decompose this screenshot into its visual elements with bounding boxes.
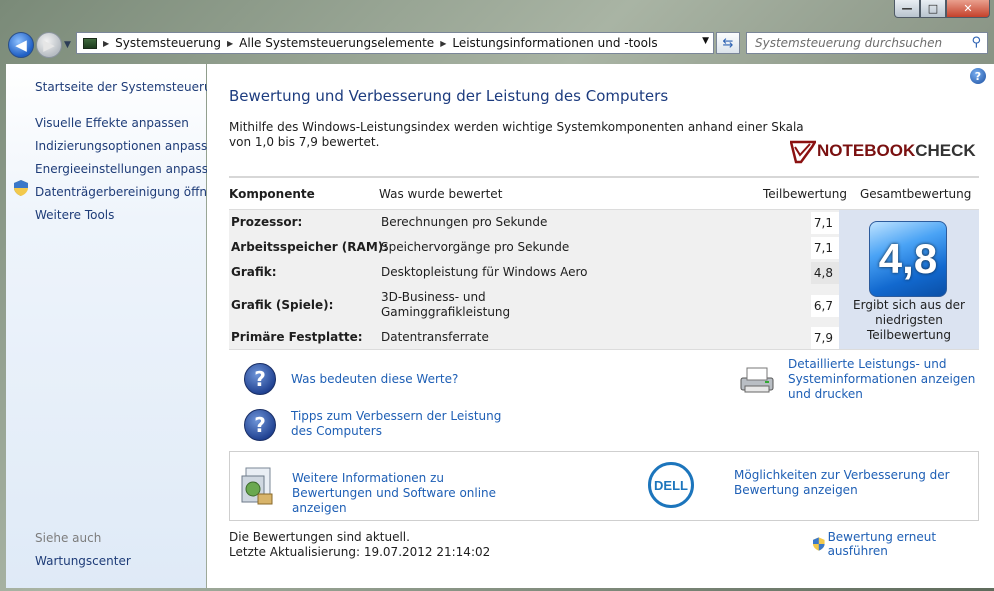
rated-label: 3D-Business- und Gaminggrafikleistung <box>381 290 511 319</box>
status-last-update: Letzte Aktualisierung: 19.07.2012 21:14:… <box>229 545 491 559</box>
sidebar-item-more-tools[interactable]: Weitere Tools <box>35 208 114 222</box>
improve-options-link[interactable]: Möglichkeiten zur Verbesserung der Bewer… <box>734 468 954 498</box>
breadcrumb-systemsteuerung[interactable]: Systemsteuerung <box>115 36 221 50</box>
dell-logo: DELL <box>648 462 694 508</box>
question-icon: ? <box>244 363 276 395</box>
rated-label: Datentransferrate <box>381 330 489 344</box>
title-bar: — □ ✕ <box>0 0 994 28</box>
question-icon: ? <box>244 409 276 441</box>
software-info-icon <box>241 467 273 505</box>
more-info-link[interactable]: Weitere Informationen zu Bewertungen und… <box>292 471 512 516</box>
uac-shield-icon <box>813 537 825 551</box>
breadcrumb-separator-icon[interactable]: ▶ <box>227 39 233 48</box>
breadcrumb-separator-icon[interactable]: ▶ <box>440 39 446 48</box>
table-row: Grafik (Spiele): 3D-Business- und Gaming… <box>229 286 839 326</box>
subscore-value: 6,7 <box>811 295 839 317</box>
breadcrumb-all-items[interactable]: Alle Systemsteuerungselemente <box>239 36 434 50</box>
what-values-link[interactable]: Was bedeuten diese Werte? <box>291 372 458 387</box>
table-row: Prozessor: Berechnungen pro Sekunde 7,1 <box>229 211 839 235</box>
notebookcheck-logo: NOTEBOOK CHECK <box>790 138 976 164</box>
subscore-value: 7,1 <box>811 212 839 234</box>
table-row: Arbeitsspeicher (RAM): Speichervorgänge … <box>229 236 839 260</box>
uac-shield-icon <box>14 180 28 196</box>
sidebar-item-indexing[interactable]: Indizierungsoptionen anpassen <box>35 139 222 153</box>
score-table: Prozessor: Berechnungen pro Sekunde 7,1 … <box>229 209 979 350</box>
rerun-assessment-link[interactable]: Bewertung erneut ausführen <box>813 530 994 558</box>
detailed-info-link[interactable]: Detaillierte Leistungs- und Systeminform… <box>788 357 983 402</box>
table-row: Grafik: Desktopleistung für Windows Aero… <box>229 261 839 285</box>
notebookcheck-checkmark-icon <box>790 140 816 164</box>
rated-label: Speichervorgänge pro Sekunde <box>381 240 570 254</box>
subscore-value: 7,1 <box>811 237 839 259</box>
help-icon[interactable]: ? <box>970 68 986 84</box>
search-placeholder: Systemsteuerung durchsuchen <box>755 36 943 50</box>
logo-text-notebook: NOTEBOOK <box>817 141 916 160</box>
rated-label: Desktopleistung für Windows Aero <box>381 265 588 279</box>
search-icon[interactable]: ⚲ <box>971 35 981 50</box>
header-subscore: Teilbewertung <box>763 187 848 201</box>
rerun-label[interactable]: Bewertung erneut ausführen <box>828 530 994 558</box>
sidebar-item-disk-cleanup[interactable]: Datenträgerbereinigung öffnen <box>35 185 222 199</box>
arrow-right-icon: ▶ <box>43 36 55 54</box>
sidebar-item-action-center[interactable]: Wartungscenter <box>35 554 131 568</box>
sidebar: Startseite der Systemsteuerung Visuelle … <box>6 64 227 588</box>
search-input[interactable]: Systemsteuerung durchsuchen ⚲ <box>746 32 988 54</box>
component-label: Grafik (Spiele): <box>231 298 334 312</box>
component-label: Grafik: <box>231 265 277 279</box>
printer-icon <box>740 367 774 393</box>
header-component: Komponente <box>229 187 315 201</box>
close-button[interactable]: ✕ <box>946 0 990 18</box>
status-current: Die Bewertungen sind aktuell. <box>229 530 410 544</box>
logo-text-check: CHECK <box>915 141 976 160</box>
component-label: Prozessor: <box>231 215 303 229</box>
window-controls: — □ ✕ <box>894 0 990 18</box>
header-rated: Was wurde bewertet <box>379 187 503 201</box>
component-label: Arbeitsspeicher (RAM): <box>231 240 389 254</box>
page-title: Bewertung und Verbesserung der Leistung … <box>229 87 669 105</box>
info-box: Weitere Informationen zu Bewertungen und… <box>229 451 979 521</box>
minimize-button[interactable]: — <box>894 0 920 18</box>
sidebar-item-power[interactable]: Energieeinstellungen anpassen <box>35 162 223 176</box>
subscore-value: 7,9 <box>811 327 839 349</box>
rated-label: Berechnungen pro Sekunde <box>381 215 548 229</box>
breadcrumb-performance[interactable]: Leistungsinformationen und -tools <box>452 36 657 50</box>
base-score-badge: 4,8 <box>869 221 947 297</box>
page-description: Mithilfe des Windows-Leistungsindex werd… <box>229 120 804 149</box>
control-panel-icon <box>83 37 97 49</box>
maximize-button[interactable]: □ <box>920 0 946 18</box>
base-score-note: Ergibt sich aus der niedrigsten Teilbewe… <box>853 298 965 342</box>
tips-link[interactable]: Tipps zum Verbessern der Leistung des Co… <box>291 409 521 439</box>
refresh-button[interactable]: ⇆ <box>716 32 740 54</box>
address-dropdown-icon[interactable]: ▼ <box>702 36 709 46</box>
table-row: Primäre Festplatte: Datentransferrate 7,… <box>229 326 839 350</box>
sidebar-home-link[interactable]: Startseite der Systemsteuerung <box>35 80 227 94</box>
main-content: ? Bewertung und Verbesserung der Leistun… <box>207 64 994 588</box>
arrow-left-icon: ◀ <box>15 36 27 54</box>
breadcrumb-separator-icon[interactable]: ▶ <box>103 39 109 48</box>
base-score-panel: 4,8 Ergibt sich aus der niedrigsten Teil… <box>839 210 979 349</box>
table-header: Komponente Was wurde bewertet Teilbewert… <box>229 176 979 208</box>
sidebar-item-visual-effects[interactable]: Visuelle Effekte anpassen <box>35 116 189 130</box>
refresh-icon: ⇆ <box>722 35 734 51</box>
header-base-score: Gesamtbewertung <box>860 187 972 201</box>
see-also-heading: Siehe auch <box>35 531 102 545</box>
recent-pages-dropdown[interactable]: ▼ <box>64 40 71 50</box>
back-button[interactable]: ◀ <box>8 32 34 58</box>
component-label: Primäre Festplatte: <box>231 330 363 344</box>
status-text: Die Bewertungen sind aktuell. Letzte Akt… <box>229 530 490 560</box>
address-bar[interactable]: ▶ Systemsteuerung ▶ Alle Systemsteuerung… <box>76 32 714 54</box>
subscore-value-lowest: 4,8 <box>811 262 839 284</box>
forward-button[interactable]: ▶ <box>36 32 62 58</box>
